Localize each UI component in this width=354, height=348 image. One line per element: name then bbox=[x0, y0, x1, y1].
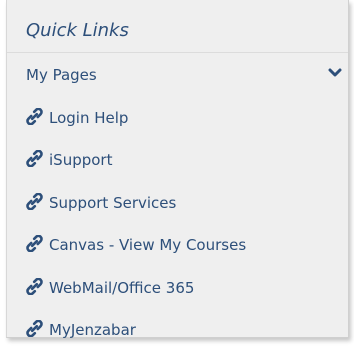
link-icon bbox=[26, 108, 43, 125]
link-icon bbox=[26, 278, 43, 295]
my-pages-label: My Pages bbox=[26, 66, 97, 84]
chevron-down-icon bbox=[328, 68, 342, 77]
link-label: iSupport bbox=[49, 151, 113, 169]
title-divider bbox=[7, 52, 348, 53]
link-label: Login Help bbox=[49, 109, 129, 127]
link-label: Canvas - View My Courses bbox=[49, 236, 247, 254]
link-label: MyJenzabar bbox=[49, 321, 136, 339]
quick-links-title: Quick Links bbox=[26, 20, 129, 41]
link-icon bbox=[26, 150, 43, 167]
link-icon bbox=[26, 320, 43, 337]
quick-links-panel: Quick Links My Pages Login Help iSupport… bbox=[6, 0, 349, 339]
link-label: WebMail/Office 365 bbox=[49, 279, 195, 297]
link-icon bbox=[26, 193, 43, 210]
link-label: Support Services bbox=[49, 194, 177, 212]
my-pages-toggle[interactable]: My Pages bbox=[26, 64, 342, 86]
link-icon bbox=[26, 235, 43, 252]
